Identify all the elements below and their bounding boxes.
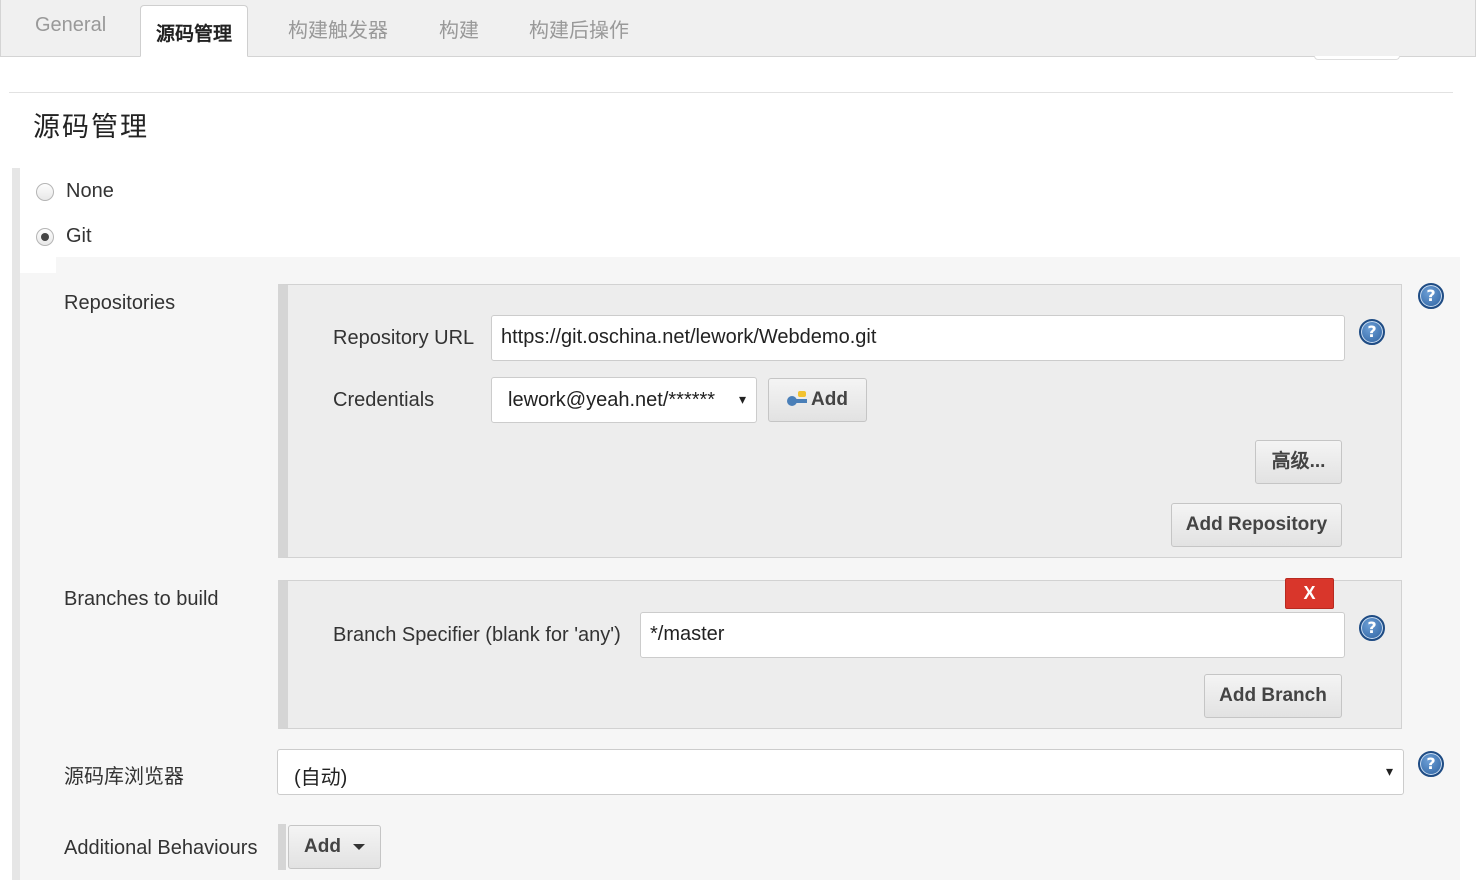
repository-url-help-icon[interactable]: ?: [1359, 319, 1385, 345]
delete-branch-button[interactable]: X: [1285, 578, 1334, 609]
add-behaviour-button[interactable]: Add: [288, 825, 381, 869]
add-repository-button[interactable]: Add Repository: [1171, 503, 1342, 547]
add-branch-button[interactable]: Add Branch: [1204, 674, 1342, 718]
branch-specifier-help-icon[interactable]: ?: [1359, 615, 1385, 641]
repo-browser-value: (自动): [294, 767, 348, 789]
dropdown-arrow-icon: [352, 843, 365, 850]
tab-build-triggers[interactable]: 构建触发器: [288, 14, 388, 43]
repo-browser-select[interactable]: (自动) ▾: [277, 749, 1404, 795]
radio-git-label: Git: [66, 225, 92, 247]
section-divider: [9, 92, 1453, 93]
credentials-select[interactable]: lework@yeah.net/****** ▾: [491, 377, 757, 423]
branch-specifier-label: Branch Specifier (blank for 'any'): [333, 624, 621, 646]
tab-source-code-management[interactable]: 源码管理: [140, 5, 249, 57]
additional-behaviours-bar: [278, 824, 286, 870]
scm-option-git[interactable]: Git: [36, 225, 92, 248]
repository-url-label: Repository URL: [333, 327, 475, 349]
partial-button-edge: [1314, 56, 1400, 60]
credentials-value: lework@yeah.net/******: [508, 389, 716, 411]
radio-none-label: None: [66, 180, 114, 202]
scm-option-none[interactable]: None: [36, 180, 114, 203]
section-left-bar: [12, 168, 20, 880]
add-credentials-label: Add: [811, 389, 848, 410]
tab-build[interactable]: 构建: [439, 14, 479, 43]
repositories-label: Repositories: [64, 292, 176, 314]
repo-browser-label: 源码库浏览器: [64, 766, 184, 788]
section-title: 源码管理: [33, 112, 149, 143]
tab-bar: General 源码管理 构建触发器 构建 构建后操作: [0, 0, 1476, 57]
advanced-button[interactable]: 高级...: [1255, 440, 1342, 484]
additional-behaviours-label: Additional Behaviours: [64, 837, 258, 859]
chevron-down-icon: ▾: [1385, 763, 1393, 779]
tab-post-build-actions[interactable]: 构建后操作: [529, 14, 629, 43]
credentials-label: Credentials: [333, 389, 435, 411]
tab-general[interactable]: General: [35, 14, 106, 37]
branches-label: Branches to build: [64, 588, 219, 610]
repository-url-input[interactable]: https://git.oschina.net/lework/Webdemo.g…: [491, 315, 1345, 361]
radio-git[interactable]: [36, 227, 54, 246]
add-behaviour-label: Add: [304, 836, 341, 857]
radio-none[interactable]: [36, 182, 54, 201]
repositories-help-icon[interactable]: ?: [1418, 283, 1444, 309]
chevron-down-icon: ▾: [738, 391, 746, 407]
branch-specifier-input[interactable]: */master: [640, 612, 1345, 658]
key-icon: [787, 390, 808, 406]
add-credentials-button[interactable]: Add: [768, 378, 867, 422]
repo-browser-help-icon[interactable]: ?: [1418, 751, 1444, 777]
git-panel-notch: [20, 257, 56, 273]
